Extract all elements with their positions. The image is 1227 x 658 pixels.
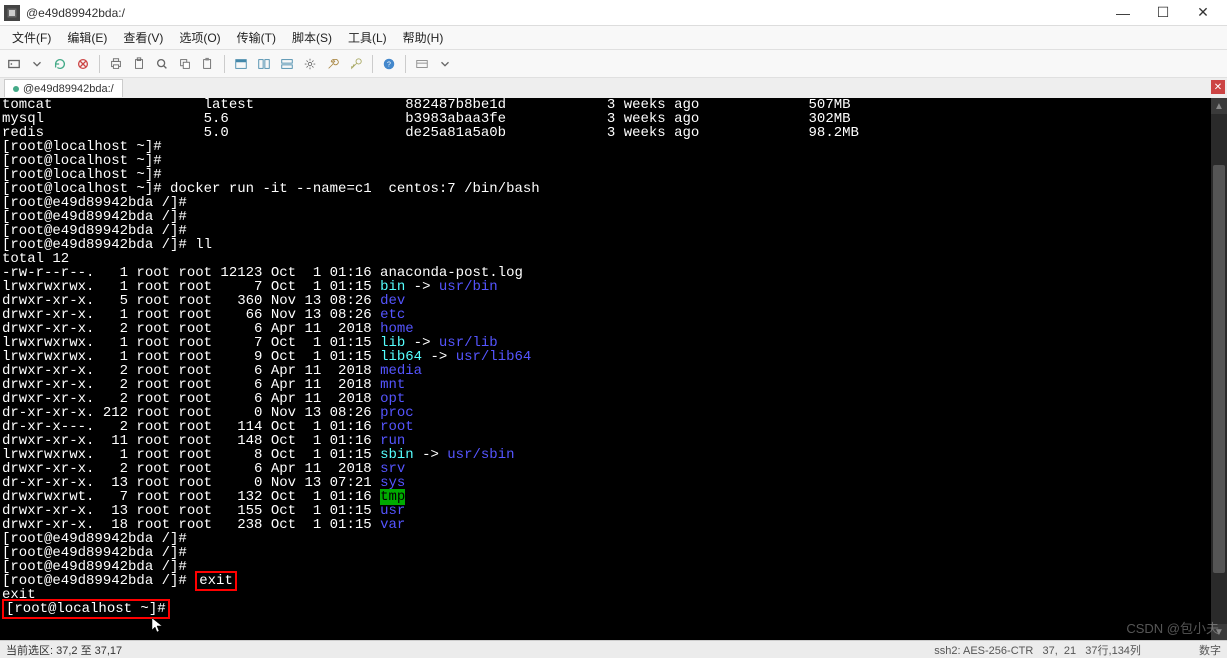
clipboard-icon[interactable]: [129, 54, 149, 74]
app-icon: [4, 5, 20, 21]
window3-icon[interactable]: [277, 54, 297, 74]
copy-icon[interactable]: [175, 54, 195, 74]
separator: [224, 55, 225, 73]
status-connection: ssh2: AES-256-CTR 37, 21 37行,134列 数字: [934, 642, 1221, 658]
menu-option[interactable]: 选项(O): [173, 27, 226, 48]
terminal-output[interactable]: tomcat latest 882487b8be1d 3 weeks ago 5…: [0, 98, 1227, 616]
menu-file[interactable]: 文件(F): [6, 27, 57, 48]
tab-label: @e49d89942bda:/: [23, 83, 114, 95]
close-button[interactable]: ✕: [1183, 0, 1223, 26]
maximize-button[interactable]: ☐: [1143, 0, 1183, 26]
reconnect-icon[interactable]: [50, 54, 70, 74]
menubar: 文件(F) 编辑(E) 查看(V) 选项(O) 传输(T) 脚本(S) 工具(L…: [0, 26, 1227, 50]
separator: [372, 55, 373, 73]
find-icon[interactable]: [152, 54, 172, 74]
window-title: @e49d89942bda:/: [26, 6, 1103, 20]
titlebar: @e49d89942bda:/ — ☐ ✕: [0, 0, 1227, 26]
menu-edit[interactable]: 编辑(E): [61, 27, 113, 48]
separator: [99, 55, 100, 73]
svg-text:?: ?: [387, 61, 391, 68]
close-all-tabs-button[interactable]: ✕: [1211, 80, 1225, 94]
terminal-scrollbar[interactable]: ▲ ▼: [1211, 98, 1227, 640]
status-selection: 当前选区: 37,2 至 37,17: [6, 642, 122, 658]
mouse-cursor-icon: [152, 618, 168, 634]
scroll-track[interactable]: [1211, 114, 1227, 624]
menu-tool[interactable]: 工具(L): [342, 27, 393, 48]
window-controls: — ☐ ✕: [1103, 0, 1223, 26]
paste-icon[interactable]: [198, 54, 218, 74]
menu-help[interactable]: 帮助(H): [397, 27, 450, 48]
terminal-area[interactable]: tomcat latest 882487b8be1d 3 weeks ago 5…: [0, 98, 1227, 640]
print-icon[interactable]: [106, 54, 126, 74]
settings-icon[interactable]: [300, 54, 320, 74]
menu-arrow-icon[interactable]: [27, 54, 47, 74]
help-icon[interactable]: ?: [379, 54, 399, 74]
tabbar: @e49d89942bda:/ ✕: [0, 78, 1227, 98]
window1-icon[interactable]: [231, 54, 251, 74]
session-tab[interactable]: @e49d89942bda:/: [4, 79, 123, 97]
menu-view[interactable]: 查看(V): [117, 27, 169, 48]
sftp-icon[interactable]: [412, 54, 432, 74]
statusbar: 当前选区: 37,2 至 37,17 ssh2: AES-256-CTR 37,…: [0, 640, 1227, 658]
menu-script[interactable]: 脚本(S): [286, 27, 338, 48]
scroll-up-button[interactable]: ▲: [1211, 98, 1227, 114]
minimize-button[interactable]: —: [1103, 0, 1143, 26]
separator: [405, 55, 406, 73]
quick-connect-icon[interactable]: [4, 54, 24, 74]
window2-icon[interactable]: [254, 54, 274, 74]
key-icon[interactable]: [346, 54, 366, 74]
tab-status-icon: [13, 86, 19, 92]
disconnect-icon[interactable]: [73, 54, 93, 74]
menu-arrow-icon[interactable]: [435, 54, 455, 74]
toolbar: ?: [0, 50, 1227, 78]
tools-icon[interactable]: [323, 54, 343, 74]
scroll-thumb[interactable]: [1213, 165, 1225, 573]
scroll-down-button[interactable]: ▼: [1211, 624, 1227, 640]
menu-transfer[interactable]: 传输(T): [231, 27, 282, 48]
